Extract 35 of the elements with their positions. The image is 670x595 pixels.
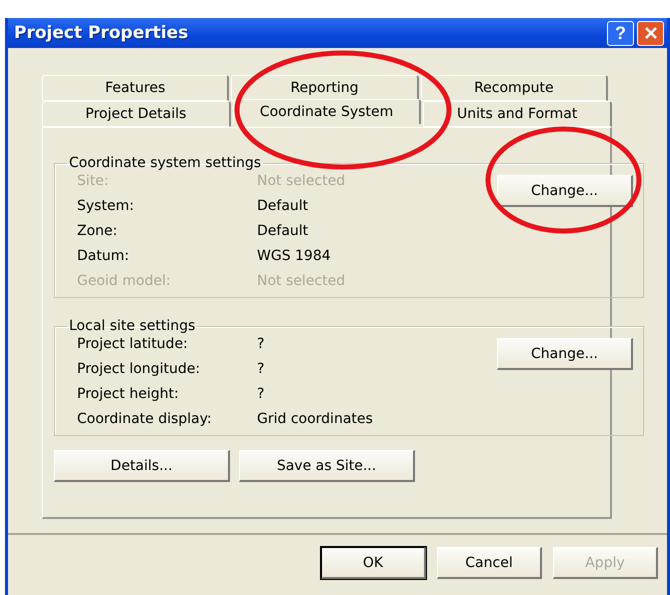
field-value: Default <box>257 223 308 239</box>
field-label: Project longitude: <box>77 361 200 377</box>
help-button[interactable]: ? <box>607 20 634 46</box>
field-label: Datum: <box>77 248 130 264</box>
dialog-button[interactable]: OK <box>321 547 426 579</box>
field-label: Coordinate display: <box>77 411 212 427</box>
dialog-button[interactable]: Cancel <box>437 547 542 579</box>
group-title: Coordinate system settings <box>68 155 262 171</box>
tab[interactable]: Units and Format <box>423 101 612 127</box>
group-title: Local site settings <box>68 318 196 334</box>
field-value: Not selected <box>257 173 346 189</box>
field-value: WGS 1984 <box>257 248 331 264</box>
close-icon <box>644 27 656 39</box>
field-value: ? <box>257 336 264 352</box>
field-label: System: <box>77 198 134 214</box>
change-button[interactable]: Change... <box>497 175 633 207</box>
field-label: Project latitude: <box>77 336 188 352</box>
field-value: Default <box>257 198 308 214</box>
field-value: Not selected <box>257 273 346 289</box>
field-label: Project height: <box>77 386 179 402</box>
tab[interactable]: Project Details <box>42 101 231 127</box>
field-value: Grid coordinates <box>257 411 373 427</box>
field-label: Site: <box>77 173 109 189</box>
field-value: ? <box>257 386 264 402</box>
tab[interactable]: Recompute <box>420 75 608 101</box>
tab[interactable]: Coordinate System <box>232 99 422 124</box>
close-button[interactable] <box>637 20 664 46</box>
window-title: Project Properties <box>14 23 190 43</box>
field-label: Geoid model: <box>77 273 171 289</box>
tab[interactable]: Features <box>42 75 230 101</box>
field-value: ? <box>257 361 264 377</box>
action-button[interactable]: Details... <box>54 450 230 482</box>
action-button[interactable]: Save as Site... <box>239 450 415 482</box>
change-button[interactable]: Change... <box>497 338 633 370</box>
field-label: Zone: <box>77 223 118 239</box>
